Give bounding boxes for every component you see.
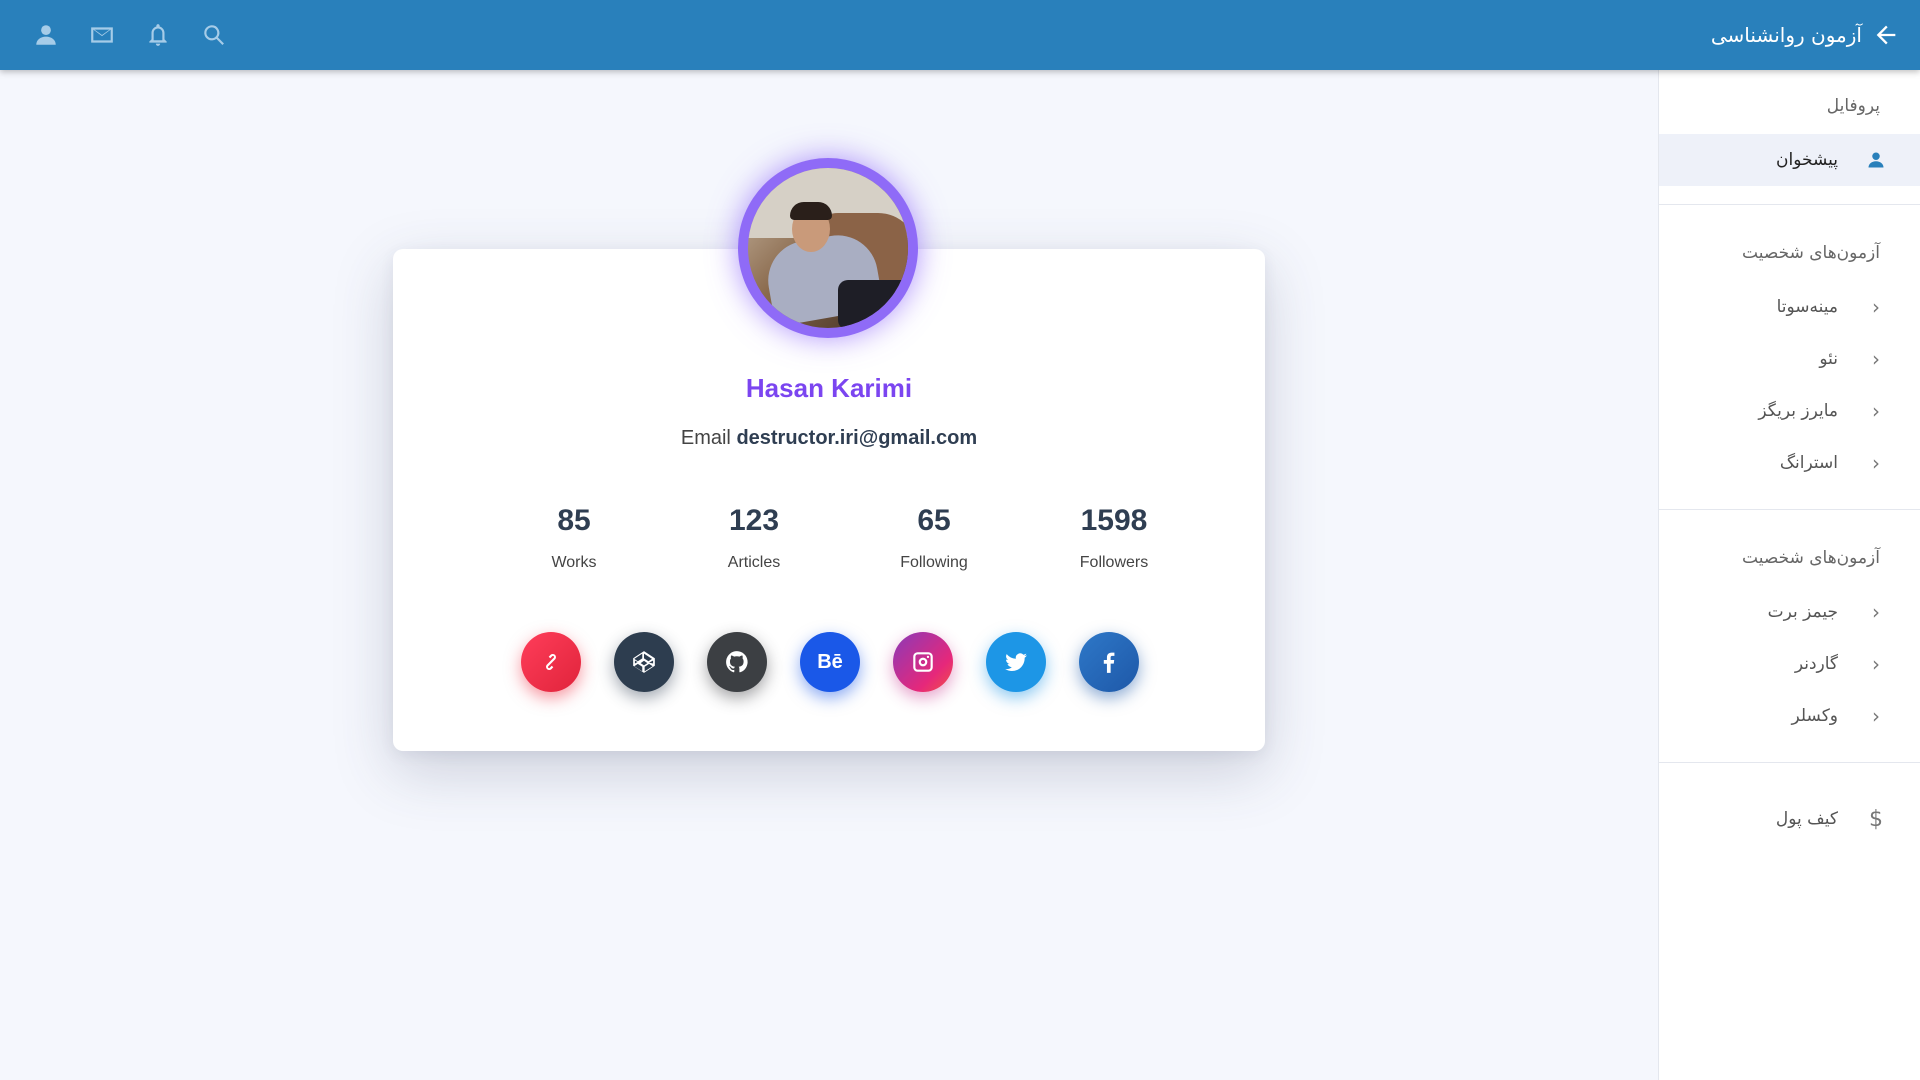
stat-label: Articles xyxy=(727,554,781,571)
chevron-left-icon: ‹ xyxy=(1872,347,1880,371)
stat-label: Followers xyxy=(1079,554,1149,571)
sidebar-item-label: نئو xyxy=(1819,349,1838,369)
top-icon-group xyxy=(18,0,242,70)
sidebar-item-minnesota[interactable]: ‹ مینه‌سوتا xyxy=(1659,281,1920,333)
app-title-back-link[interactable]: آزمون روانشناسی xyxy=(1711,0,1900,70)
facebook-button[interactable] xyxy=(1079,632,1139,692)
chevron-left-icon: ‹ xyxy=(1872,295,1880,319)
profile-email-line: Email destructor.iri@gmail.com xyxy=(393,427,1265,450)
email-value: destructor.iri@gmail.com xyxy=(736,427,978,449)
profile-stats: 85 Works 123 Articles 65 Following 1598 … xyxy=(514,504,1174,572)
stat-followers: 1598 Followers xyxy=(1054,504,1174,572)
sidebar-item-label: گاردنر xyxy=(1794,654,1838,674)
sidebar-item-label: پیشخوان xyxy=(1776,150,1838,170)
sidebar-item-gardner[interactable]: ‹ گاردنر xyxy=(1659,638,1920,690)
user-icon[interactable] xyxy=(18,0,74,70)
stat-value: 123 xyxy=(728,504,780,537)
facebook-icon xyxy=(1103,652,1115,673)
avatar-ring xyxy=(738,158,918,338)
stat-value: 85 xyxy=(557,504,591,537)
sidebar-item-strong[interactable]: ‹ استرانگ xyxy=(1659,437,1920,489)
top-app-bar: آزمون روانشناسی xyxy=(0,0,1920,70)
sidebar-item-wechsler[interactable]: ‹ وکسلر xyxy=(1659,690,1920,742)
dollar-icon: $ xyxy=(1869,806,1883,832)
stat-label: Following xyxy=(900,554,968,571)
stat-value: 65 xyxy=(917,504,951,537)
bell-icon[interactable] xyxy=(130,0,186,70)
behance-icon: Bē xyxy=(817,650,843,673)
sidebar-section-profile: پروفایل xyxy=(1826,96,1880,116)
search-icon[interactable] xyxy=(186,0,242,70)
behance-button[interactable]: Bē xyxy=(800,632,860,692)
sidebar: پروفایل پیشخوان آزمون‌های شخصیت ‹ مینه‌س… xyxy=(1658,70,1920,1080)
mail-icon[interactable] xyxy=(74,0,130,70)
sidebar-item-myers-briggs[interactable]: ‹ مایرز بریگز xyxy=(1659,385,1920,437)
twitter-button[interactable] xyxy=(986,632,1046,692)
stat-value: 1598 xyxy=(1080,504,1148,537)
app-title: آزمون روانشناسی xyxy=(1710,23,1862,47)
sidebar-section-personality-2: آزمون‌های شخصیت xyxy=(1742,548,1880,568)
sidebar-section-personality-1: آزمون‌های شخصیت xyxy=(1742,243,1880,263)
link-icon xyxy=(546,653,556,671)
avatar[interactable] xyxy=(748,168,908,328)
sidebar-item-label: استرانگ xyxy=(1779,453,1838,473)
chevron-left-icon: ‹ xyxy=(1872,704,1880,728)
sidebar-item-neo[interactable]: ‹ نئو xyxy=(1659,333,1920,385)
chevron-left-icon: ‹ xyxy=(1872,399,1880,423)
chevron-left-icon: ‹ xyxy=(1872,652,1880,676)
sidebar-item-wallet[interactable]: $ کیف پول xyxy=(1659,793,1920,845)
stat-label: Works xyxy=(551,554,597,571)
codepen-icon xyxy=(633,651,655,673)
stat-articles: 123 Articles xyxy=(694,504,814,572)
sidebar-item-label: جیمز برت xyxy=(1767,602,1838,622)
social-links: Bē xyxy=(521,632,1139,692)
twitter-icon xyxy=(1005,653,1027,671)
link-button[interactable] xyxy=(521,632,581,692)
sidebar-item-label: وکسلر xyxy=(1791,706,1838,726)
codepen-button[interactable] xyxy=(614,632,674,692)
sidebar-item-james-burt[interactable]: ‹ جیمز برت xyxy=(1659,586,1920,638)
stat-following: 65 Following xyxy=(874,504,994,572)
github-icon xyxy=(726,651,748,673)
instagram-button[interactable] xyxy=(893,632,953,692)
sidebar-item-label: مایرز بریگز xyxy=(1758,401,1838,421)
profile-name: Hasan Karimi xyxy=(745,373,913,403)
person-icon xyxy=(1864,150,1888,170)
email-label: Email xyxy=(680,427,731,449)
arrow-back-icon xyxy=(1876,25,1896,45)
github-button[interactable] xyxy=(707,632,767,692)
chevron-left-icon: ‹ xyxy=(1872,600,1880,624)
sidebar-item-label: مینه‌سوتا xyxy=(1776,297,1838,317)
sidebar-item-dashboard[interactable]: پیشخوان xyxy=(1659,134,1920,186)
stat-works: 85 Works xyxy=(514,504,634,572)
chevron-left-icon: ‹ xyxy=(1872,451,1880,475)
sidebar-item-label: کیف پول xyxy=(1775,809,1838,829)
instagram-icon xyxy=(913,652,933,672)
